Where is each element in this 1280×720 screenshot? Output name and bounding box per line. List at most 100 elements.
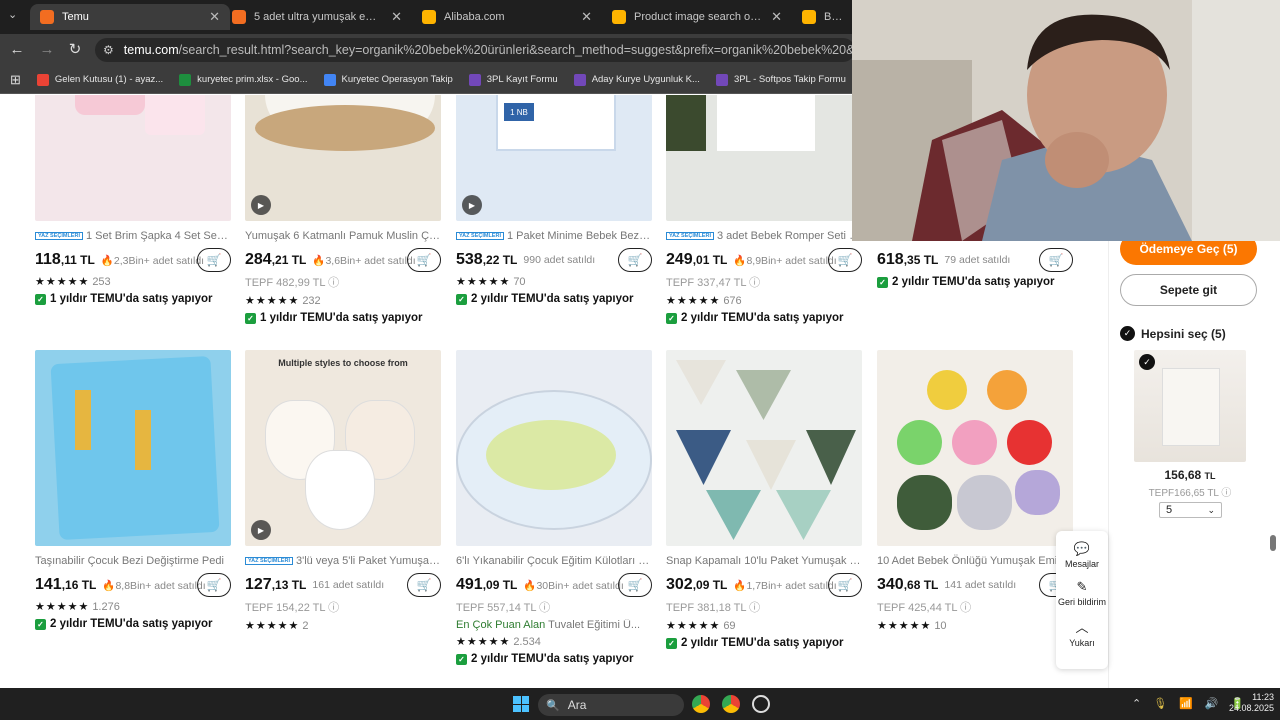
product-card[interactable]: Snap Kapamalı 10'lu Paket Yumuşak ve E..… bbox=[666, 350, 862, 649]
add-to-cart-button[interactable]: 🛒 bbox=[618, 248, 652, 272]
add-to-cart-button[interactable]: 🛒 bbox=[197, 573, 231, 597]
info-icon[interactable]: ⓘ bbox=[539, 602, 550, 614]
info-icon[interactable]: ⓘ bbox=[328, 277, 339, 289]
product-card[interactable]: Taşınabilir Çocuk Bezi Değiştirme Pedi 14… bbox=[35, 350, 231, 630]
product-image[interactable]: 1 NB ▶ bbox=[456, 95, 652, 221]
product-title[interactable]: Yumuşak 6 Katmanlı Pamuk Muslin Çocu... bbox=[245, 229, 441, 243]
quantity-select[interactable]: 5 ⌄ bbox=[1159, 502, 1222, 518]
app-icon[interactable] bbox=[752, 695, 770, 713]
forward-icon[interactable]: → bbox=[36, 38, 58, 60]
check-circle-icon[interactable]: ✓ bbox=[1120, 326, 1135, 341]
close-icon[interactable]: ✕ bbox=[209, 9, 220, 25]
info-icon[interactable]: ⓘ bbox=[328, 602, 339, 614]
floating-actions: 💬 Mesajlar ✎ Geri bildirim ︿ Yukarı bbox=[1056, 531, 1108, 669]
rating-stars: ★★★★★ bbox=[245, 620, 300, 632]
best-rated-badge[interactable]: En Çok Puan Alan Tuvalet Eğitimi Ü... bbox=[456, 619, 652, 631]
bookmark-1[interactable]: Gelen Kutusu (1) - ayaz... bbox=[36, 73, 164, 86]
tab-2[interactable]: 5 adet ultra yumuşak emici nefes alan ✕ bbox=[222, 4, 412, 30]
product-image[interactable]: Multiple styles to choose from ▶ bbox=[245, 350, 441, 546]
add-to-cart-button[interactable]: 🛒 bbox=[1039, 248, 1073, 272]
back-to-top-button[interactable]: ︿ Yukarı bbox=[1056, 617, 1108, 648]
bookmark-6[interactable]: 3PL - Softpos Takip Formu bbox=[715, 73, 846, 86]
mic-icon[interactable]: 🎙 bbox=[1153, 697, 1167, 710]
bookmark-2[interactable]: kuryetec prim.xlsx - Goo... bbox=[179, 73, 308, 86]
play-icon[interactable]: ▶ bbox=[462, 195, 482, 215]
bookmark-5[interactable]: Aday Kurye Uygunluk K... bbox=[573, 73, 700, 86]
reload-icon[interactable]: ↻ bbox=[64, 38, 86, 60]
product-image[interactable] bbox=[666, 350, 862, 546]
product-title[interactable]: Taşınabilir Çocuk Bezi Değiştirme Pedi bbox=[35, 554, 231, 568]
close-icon[interactable]: ✕ bbox=[391, 9, 402, 25]
product-image[interactable]: ▶ bbox=[245, 95, 441, 221]
product-image[interactable] bbox=[877, 350, 1073, 546]
volume-icon[interactable]: 🔊 bbox=[1205, 697, 1219, 710]
add-to-cart-button[interactable]: 🛒 bbox=[407, 573, 441, 597]
tab-4[interactable]: Product image search on Alibaba ✕ bbox=[602, 4, 792, 30]
item-check-icon[interactable]: ✓ bbox=[1139, 354, 1155, 370]
product-card[interactable]: 1 NB ▶ YAZ SEÇİMLERİ 1 Paket Minime Bebek B… bbox=[456, 95, 652, 305]
chrome-icon-2[interactable] bbox=[722, 695, 740, 713]
add-to-cart-button[interactable]: 🛒 bbox=[828, 573, 862, 597]
bookmark-4[interactable]: 3PL Kayıt Formu bbox=[468, 73, 558, 86]
apps-icon[interactable]: ⊞ bbox=[10, 72, 21, 88]
product-title[interactable]: Snap Kapamalı 10'lu Paket Yumuşak ve E..… bbox=[666, 554, 862, 568]
product-card[interactable]: ▶ Yumuşak 6 Katmanlı Pamuk Muslin Çocu...… bbox=[245, 95, 441, 324]
clock[interactable]: 11:23 24.08.2025 bbox=[1222, 692, 1274, 714]
product-card[interactable]: YAZ SEÇİMLERİ 3 adet Bebek Romper Seti - … bbox=[666, 95, 862, 324]
chrome-icon[interactable] bbox=[692, 695, 710, 713]
bookmark-label: Gelen Kutusu (1) - ayaz... bbox=[54, 74, 164, 85]
product-card[interactable]: 10 Adet Bebek Önlüğü Yumuşak Emici N... 3… bbox=[877, 350, 1073, 632]
tab-1[interactable]: Temu ✕ bbox=[30, 4, 230, 30]
cart-icon: 🛒 bbox=[206, 253, 222, 267]
taskbar-search[interactable]: 🔍 Ara bbox=[538, 694, 684, 716]
address-bar[interactable]: ⚙ temu.com/search_result.html?search_key… bbox=[95, 38, 855, 62]
chevron-up-tray-icon[interactable]: ⌃ bbox=[1132, 697, 1141, 710]
product-title[interactable]: 10 Adet Bebek Önlüğü Yumuşak Emici N... bbox=[877, 554, 1073, 568]
select-all[interactable]: ✓ Hepsini seç (5) bbox=[1120, 326, 1226, 341]
rating-count: 676 bbox=[723, 295, 742, 307]
sold-count: 🔥3,6Bin+ adet satıldı bbox=[312, 254, 416, 267]
bookmark-3[interactable]: Kuryetec Operasyon Takip bbox=[323, 73, 453, 86]
rating-count: 232 bbox=[302, 295, 321, 307]
product-title[interactable]: 6'lı Yıkanabilir Çocuk Eğitim Külotları … bbox=[456, 554, 652, 568]
product-card[interactable]: 6'lı Yıkanabilir Çocuk Eğitim Külotları … bbox=[456, 350, 652, 665]
product-image[interactable] bbox=[35, 95, 231, 221]
add-to-cart-button[interactable]: 🛒 bbox=[618, 573, 652, 597]
play-icon[interactable]: ▶ bbox=[251, 195, 271, 215]
product-card[interactable]: YAZ SEÇİMLERİ 1 Set Brim Şapka 4 Set Seçe… bbox=[35, 95, 231, 305]
info-icon[interactable]: ⓘ bbox=[749, 277, 760, 289]
tab-5[interactable]: Bebek Mu bbox=[792, 4, 852, 30]
info-icon[interactable]: ⓘ bbox=[1221, 488, 1231, 499]
product-title[interactable]: YAZ SEÇİMLERİ 3 adet Bebek Romper Seti - … bbox=[666, 229, 862, 243]
scrollbar[interactable] bbox=[1270, 535, 1276, 551]
site-info-icon[interactable]: ⚙ bbox=[103, 43, 114, 57]
rating-count: 253 bbox=[92, 276, 111, 288]
tab-search-icon[interactable]: ⌄ bbox=[8, 8, 17, 21]
seller-text: 2 yıldır TEMU'da satış yapıyor bbox=[892, 276, 1055, 288]
tab-3[interactable]: Alibaba.com ✕ bbox=[412, 4, 602, 30]
wifi-icon[interactable]: 📶 bbox=[1179, 697, 1193, 710]
product-image[interactable] bbox=[666, 95, 862, 221]
reference-price: TEPF 337,47 TL ⓘ bbox=[666, 274, 862, 290]
add-to-cart-button[interactable]: 🛒 bbox=[197, 248, 231, 272]
close-icon[interactable]: ✕ bbox=[771, 9, 782, 25]
product-image[interactable] bbox=[35, 350, 231, 546]
close-icon[interactable]: ✕ bbox=[581, 9, 592, 25]
info-icon[interactable]: ⓘ bbox=[749, 602, 760, 614]
product-card[interactable]: Multiple styles to choose from ▶ YAZ SEÇİM… bbox=[245, 350, 441, 632]
info-icon[interactable]: ⓘ bbox=[960, 602, 971, 614]
play-icon[interactable]: ▶ bbox=[251, 520, 271, 540]
start-icon[interactable] bbox=[513, 696, 529, 712]
back-icon[interactable]: ← bbox=[6, 38, 28, 60]
product-title[interactable]: YAZ SEÇİMLERİ 1 Set Brim Şapka 4 Set Seçe… bbox=[35, 229, 231, 243]
product-image[interactable] bbox=[456, 350, 652, 546]
messages-button[interactable]: 💬 Mesajlar bbox=[1056, 541, 1108, 569]
go-to-cart-button[interactable]: Sepete git bbox=[1120, 274, 1257, 306]
feedback-button[interactable]: ✎ Geri bildirim bbox=[1056, 579, 1108, 607]
add-to-cart-button[interactable]: 🛒 bbox=[407, 248, 441, 272]
product-title[interactable]: YAZ SEÇİMLERİ 3'lü veya 5'li Paket Yumuşa… bbox=[245, 554, 441, 568]
add-to-cart-button[interactable]: 🛒 bbox=[828, 248, 862, 272]
store-icon: ✓ bbox=[666, 312, 677, 324]
product-title[interactable]: YAZ SEÇİMLERİ 1 Paket Minime Bebek Bezi, … bbox=[456, 229, 652, 243]
cart-item-thumb[interactable]: ✓ bbox=[1134, 350, 1246, 462]
